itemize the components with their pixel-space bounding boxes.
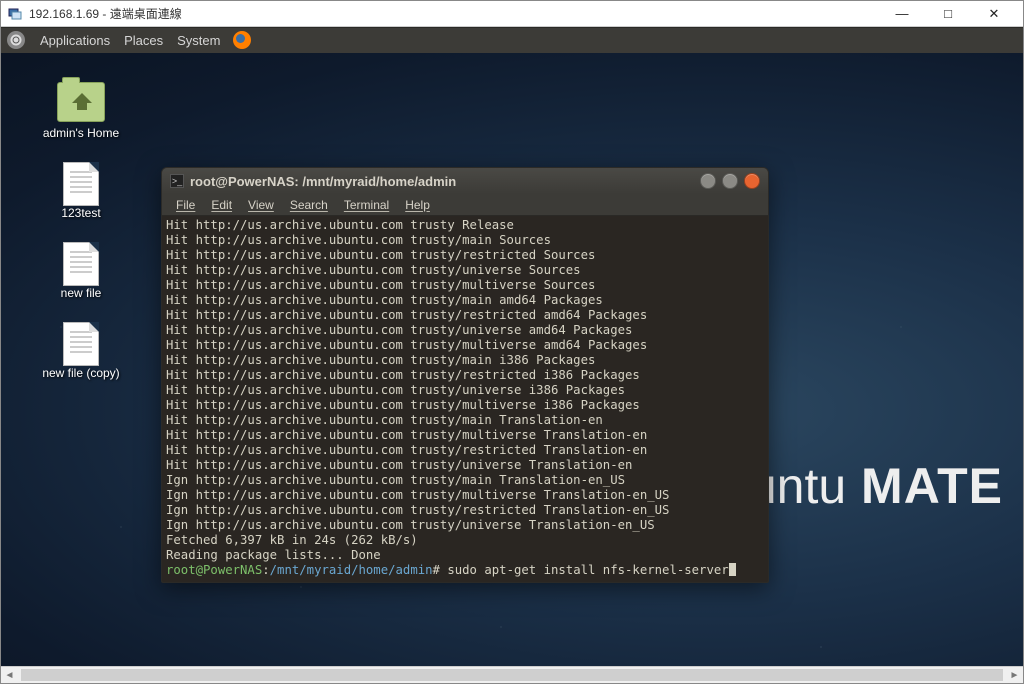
terminal-close-button[interactable] [744,173,760,189]
document-icon [63,242,99,286]
icon-label: new file [31,286,131,300]
icon-label: new file (copy) [31,366,131,380]
terminal-maximize-button[interactable] [722,173,738,189]
host-maximize-button[interactable]: □ [925,1,971,26]
scroll-left-button[interactable]: ◄ [1,667,18,684]
brand-text-mate: MATE [846,458,1003,514]
icon-label: admin's Home [31,126,131,140]
scroll-thumb[interactable] [21,669,1003,681]
document-icon [63,322,99,366]
desktop-icons: admin's Home 123test new file new file (… [31,82,141,402]
desktop-icon-home[interactable]: admin's Home [31,82,131,140]
panel-menu-applications[interactable]: Applications [33,33,117,48]
terminal-menu-search[interactable]: Search [282,198,336,212]
host-minimize-button[interactable]: — [879,1,925,26]
desktop-icon-file[interactable]: new file (copy) [31,322,131,380]
host-titlebar[interactable]: 192.168.1.69 - 遠端桌面連線 — □ ✕ [1,1,1023,27]
terminal-icon: >_ [170,174,184,188]
mate-top-panel[interactable]: Applications Places System [1,27,1023,53]
terminal-title: root@PowerNAS: /mnt/myraid/home/admin [190,174,456,189]
host-close-button[interactable]: ✕ [971,1,1017,26]
desktop-icon-file[interactable]: 123test [31,162,131,220]
terminal-output[interactable]: Hit http://us.archive.ubuntu.com trusty … [162,216,768,582]
terminal-menu-file[interactable]: File [168,198,203,212]
panel-menu-places[interactable]: Places [117,33,170,48]
terminal-menu-help[interactable]: Help [397,198,438,212]
panel-menu-system[interactable]: System [170,33,227,48]
scroll-right-button[interactable]: ► [1006,667,1023,684]
desktop-icon-file[interactable]: new file [31,242,131,300]
host-window: 192.168.1.69 - 遠端桌面連線 — □ ✕ Applications… [0,0,1024,684]
firefox-launcher-icon[interactable] [233,31,251,49]
rdc-icon [7,6,23,22]
mate-logo-icon[interactable] [7,31,25,49]
folder-icon [57,82,105,122]
terminal-window[interactable]: >_ root@PowerNAS: /mnt/myraid/home/admin… [161,167,769,583]
terminal-menubar[interactable]: File Edit View Search Terminal Help [162,194,768,216]
document-icon [63,162,99,206]
terminal-menu-edit[interactable]: Edit [203,198,240,212]
terminal-menu-terminal[interactable]: Terminal [336,198,397,212]
terminal-titlebar[interactable]: >_ root@PowerNAS: /mnt/myraid/home/admin [162,168,768,194]
host-horizontal-scrollbar[interactable]: ◄ ► [1,666,1023,683]
terminal-menu-view[interactable]: View [240,198,282,212]
terminal-minimize-button[interactable] [700,173,716,189]
icon-label: 123test [31,206,131,220]
host-title: 192.168.1.69 - 遠端桌面連線 [29,5,182,22]
remote-desktop[interactable]: Applications Places System admin's Home … [1,27,1023,666]
